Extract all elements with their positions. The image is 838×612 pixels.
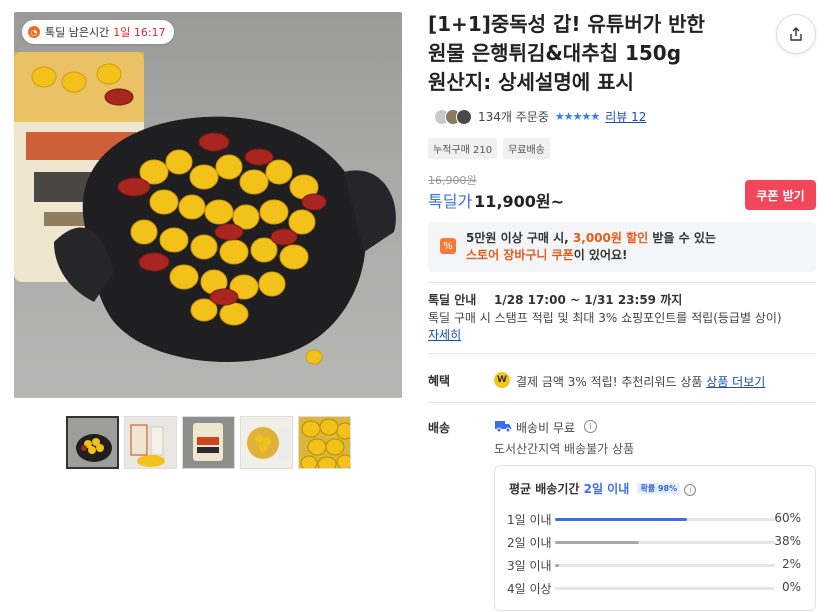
product-photo [14,52,396,365]
clock-icon: ◔ [28,26,40,38]
truck-icon [494,418,512,437]
timer-remaining: 1일 16:17 [113,26,166,39]
bar-track [555,518,775,521]
benefit-more-link[interactable]: 상품 더보기 [706,375,765,389]
thumbnail-strip [66,416,351,469]
deal-description: 톡딜 구매 시 스탬프 적립 및 최대 3% 쇼핑포인트를 적립(등급별 상이) [428,311,782,325]
row-pct: 60% [774,511,801,525]
deal-label: 톡딜 안내 [428,293,477,307]
thumbnail-3[interactable] [182,416,235,469]
share-button[interactable] [776,14,816,54]
tag-free-shipping: 무료배송 [503,138,550,159]
rating-stars: ★★★★★ [554,110,600,123]
row-pct: 38% [774,534,801,548]
divider [428,282,816,283]
promo-line1-c: 받을 수 있는 [648,231,716,245]
bar-fill [555,518,687,521]
deal-more-link[interactable]: 자세히 [428,326,461,343]
buyer-avatars [434,108,472,125]
timer-label: 톡딜 남은시간 [45,26,110,39]
timer-badge: ◔ 톡딜 남은시간 1일 16:17 [22,20,174,44]
row-label: 1일 이내 [507,513,552,527]
rate-badge: 확률 98% [637,483,681,494]
shipping-note: 도서산간지역 배송불가 상품 [494,442,635,456]
info-icon[interactable]: i [584,420,597,433]
product-meta: 134개 주문중 ★★★★★ 리뷰 12 [434,108,646,125]
coupon-button[interactable]: 쿠폰 받기 [745,180,816,210]
avg-label: 평균 배송기간 [509,482,580,496]
product-main-image[interactable]: ◔ 톡딜 남은시간 1일 16:17 [14,12,402,398]
sale-price: 11,900원~ [474,192,565,211]
row-pct: 0% [781,580,801,594]
row-label: 3일 이내 [507,559,552,573]
promo-box[interactable]: % 5만원 이상 구매 시, 3,000원 할인 받을 수 있는 스토어 장바구… [428,222,816,272]
review-link[interactable]: 리뷰 12 [605,108,646,125]
promo-line1-a: 5만원 이상 구매 시, [466,231,573,245]
divider [428,353,816,354]
shipping-fee: 배송비 무료 [516,421,576,435]
title-line-2: 원물 은행튀김&대추칩 150g [428,41,682,65]
thumbnail-4[interactable] [240,416,293,469]
product-title: [1+1]중독성 갑! 유튜버가 반한 원물 은행튀김&대추칩 150g 원산지… [428,10,768,97]
price-label: 톡딜가 [428,192,473,211]
tag-cumulative: 누적구매 210 [428,138,498,159]
row-label: 4일 이상 [507,582,552,596]
reward-icon: W [494,372,510,388]
price-row: 톡딜가 11,900원~ [428,188,564,212]
share-icon [790,27,802,41]
avatar [456,108,472,125]
shipping-label: 배송 [428,421,451,435]
promo-line2-b: 이 있어요! [573,248,628,262]
divider [428,402,816,403]
product-tags: 누적구매 210 무료배송 [428,138,550,159]
avg-delivery: 평균 배송기간 2일 이내 확률 98% i [509,480,697,497]
percent-icon: % [440,238,456,254]
bar-track [555,541,775,544]
bar-fill [555,564,560,567]
promo-text: 5만원 이상 구매 시, 3,000원 할인 받을 수 있는 스토어 장바구니 … [466,230,716,264]
bar-track [555,564,775,567]
promo-discount: 3,000원 할인 [572,231,649,245]
thumbnail-2[interactable] [124,416,177,469]
thumbnail-5[interactable] [298,416,351,469]
order-count: 134개 주문중 [478,110,549,124]
row-label: 2일 이내 [507,536,552,550]
avg-value: 2일 이내 [583,482,630,496]
row-pct: 2% [781,557,801,571]
benefit-text: 결제 금액 3% 적립! 추천리워드 상품 [516,375,703,389]
thumbnail-1[interactable] [66,416,119,469]
bar-fill [555,541,639,544]
delivery-stats: 평균 배송기간 2일 이내 확률 98% i 1일 이내 60% 2일 이내 3… [494,465,816,611]
info-icon[interactable]: i [684,484,697,496]
title-line-3: 원산지: 상세설명에 표시 [428,70,634,94]
title-line-1: [1+1]중독성 갑! 유튜버가 반한 [428,12,705,36]
benefit-row: 결제 금액 3% 적립! 추천리워드 상품 상품 더보기 [516,373,765,390]
deal-period: 1/28 17:00 ~ 1/31 23:59 까지 [494,293,683,307]
promo-coupon: 스토어 장바구니 쿠폰 [466,248,574,262]
bar-track [555,587,775,590]
original-price: 16,900원 [428,174,477,187]
benefit-label: 혜택 [428,374,451,388]
